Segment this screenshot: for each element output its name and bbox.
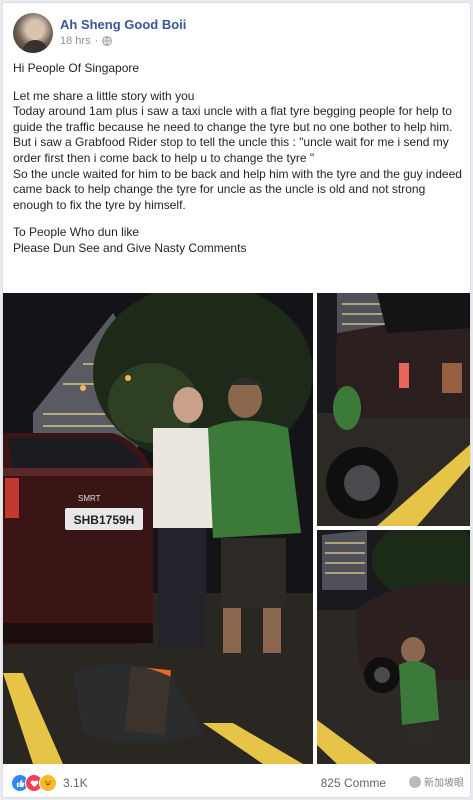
- photo-bottom-right[interactable]: [317, 530, 470, 764]
- post-text: Hi People Of Singapore Let me share a li…: [13, 61, 463, 257]
- post-line: Today around 1am plus i saw a taxi uncle…: [13, 104, 453, 134]
- comments-count[interactable]: 825 Comme: [321, 776, 386, 790]
- post-line: Hi People Of Singapore: [13, 61, 140, 75]
- post-card: Ah Sheng Good Boii 18 hrs · Hi People Of…: [2, 2, 471, 798]
- wechat-icon: [409, 775, 421, 788]
- post-line: So the uncle waited for him to be back a…: [13, 166, 462, 212]
- post-line: Let me share a little story with you: [13, 88, 195, 103]
- watermark-text: 新加坡眼: [424, 778, 464, 789]
- reactions-bar[interactable]: 3.1K: [11, 773, 88, 793]
- photo-grid: SHB1759H SMRT: [3, 293, 470, 764]
- post-line: Please Dun See and Give Nasty Comments: [13, 240, 247, 255]
- author-avatar[interactable]: [13, 13, 53, 53]
- taxi-plate: SHB1759H: [74, 513, 135, 527]
- haha-icon: [39, 774, 57, 792]
- taxi-brand: SMRT: [78, 494, 101, 503]
- globe-icon[interactable]: [102, 36, 113, 46]
- photo-top-right[interactable]: [317, 293, 470, 526]
- post-meta: 18 hrs ·: [60, 35, 113, 47]
- post-line: But i saw a Grabfood Rider stop to tell …: [13, 135, 449, 165]
- author-name[interactable]: Ah Sheng Good Boii: [60, 17, 186, 32]
- post-line: To People Who dun like: [13, 225, 140, 240]
- watermark: 新加坡眼: [409, 774, 464, 789]
- post-time[interactable]: 18 hrs: [60, 35, 91, 47]
- reaction-count[interactable]: 3.1K: [63, 776, 88, 790]
- photo-main[interactable]: SHB1759H SMRT: [3, 293, 313, 764]
- post-header: Ah Sheng Good Boii 18 hrs ·: [13, 13, 453, 55]
